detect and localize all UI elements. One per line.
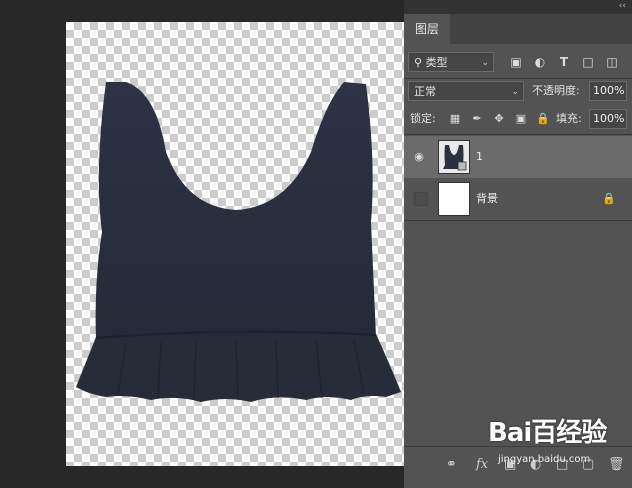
tab-layers[interactable]: 图层 xyxy=(404,14,450,44)
text-filter-icon[interactable]: T xyxy=(556,52,572,72)
visibility-toggle[interactable] xyxy=(414,192,428,206)
layer-row[interactable]: ◉ 1 xyxy=(404,136,632,178)
chevron-down-icon: ⌄ xyxy=(481,58,489,68)
layer-row[interactable]: 背景 🔒 xyxy=(404,178,632,220)
lock-icon[interactable]: 🔒 xyxy=(602,192,616,205)
fx-icon[interactable]: fx xyxy=(476,457,488,472)
panel-header: ‹‹ xyxy=(404,0,632,14)
filter-kind-select[interactable]: ⚲ 类型 ⌄ xyxy=(408,52,494,72)
layer-filter-row: ⚲ 类型 ⌄ ▣ ◐ T □ ◫ xyxy=(404,52,632,74)
link-layers-icon[interactable]: ⚭ xyxy=(446,457,457,472)
adjustment-filter-icon[interactable]: ◐ xyxy=(532,52,548,72)
watermark-site: jingyan.baidu.com xyxy=(498,454,591,465)
shape-filter-icon[interactable]: □ xyxy=(580,52,596,72)
lock-all-icon[interactable]: 🔒 xyxy=(536,109,550,129)
document-canvas[interactable] xyxy=(66,22,404,466)
layer-thumbnail xyxy=(438,182,470,216)
crop-top-image xyxy=(76,82,401,402)
layer-thumbnail xyxy=(438,140,470,174)
panel-tabbar: 图层 xyxy=(404,14,632,44)
lock-artboard-icon[interactable]: ▣ xyxy=(514,109,528,129)
filter-kind-label: 类型 xyxy=(425,56,448,69)
image-filter-icon[interactable]: ▣ xyxy=(508,52,524,72)
layer-name[interactable]: 背景 xyxy=(476,178,498,220)
lock-label: 锁定: xyxy=(410,112,436,125)
lock-position-icon[interactable]: ✥ xyxy=(492,109,506,129)
blend-row: 正常 ⌄ 不透明度: 100% xyxy=(404,81,632,103)
fill-input[interactable]: 100% xyxy=(589,109,627,129)
fill-label: 填充: xyxy=(556,112,582,125)
chevron-down-icon: ⌄ xyxy=(511,87,519,97)
smart-object-filter-icon[interactable]: ◫ xyxy=(604,52,620,72)
opacity-input[interactable]: 100% xyxy=(589,81,627,101)
watermark: Bai百经验 jingyan.baidu.com xyxy=(488,418,628,478)
lock-transparent-icon[interactable]: ▦ xyxy=(448,109,462,129)
divider xyxy=(404,78,632,79)
opacity-label: 不透明度: xyxy=(532,84,580,97)
blend-mode-label: 正常 xyxy=(414,85,436,98)
blend-mode-select[interactable]: 正常 ⌄ xyxy=(408,81,524,101)
layer-name[interactable]: 1 xyxy=(476,136,483,178)
divider xyxy=(404,134,632,135)
search-icon: ⚲ xyxy=(414,56,423,69)
eye-icon[interactable]: ◉ xyxy=(412,150,426,164)
lock-pixels-icon[interactable]: ✒ xyxy=(470,109,484,129)
lock-row: 锁定: ▦ ✒ ✥ ▣ 🔒 填充: 100% xyxy=(404,109,632,131)
divider xyxy=(404,220,632,221)
watermark-logo: Bai百经验 xyxy=(488,418,607,448)
layers-panel: ‹‹ 图层 ⚲ 类型 ⌄ ▣ ◐ T □ ◫ 正常 ⌄ 不透明度: 100% 锁… xyxy=(404,0,632,488)
collapse-icon[interactable]: ‹‹ xyxy=(619,0,626,12)
crop-top-thumb-icon xyxy=(439,141,469,173)
